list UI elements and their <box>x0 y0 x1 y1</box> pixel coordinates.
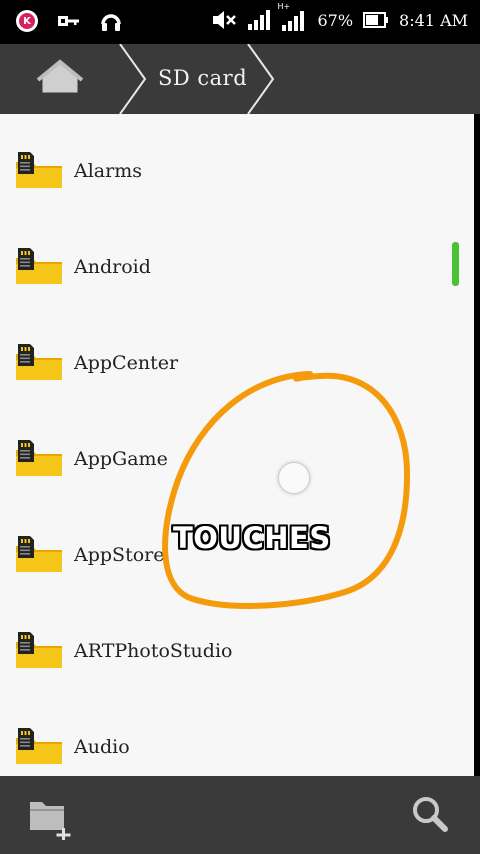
new-folder-icon <box>30 802 71 842</box>
search-button[interactable] <box>406 790 456 840</box>
status-bar: K H+ 67% 8:41 AM <box>0 0 480 44</box>
home-icon <box>36 59 84 93</box>
folder-item[interactable]: Alarms <box>0 122 476 218</box>
folder-name: ARTPhotoStudio <box>74 640 233 662</box>
folder-name: AppStore <box>74 544 165 566</box>
breadcrumb-sd-card[interactable]: SD card <box>158 66 247 90</box>
search-icon <box>413 797 448 832</box>
folder-item[interactable]: AppStore <box>0 506 476 602</box>
clock: 8:41 AM <box>399 10 468 30</box>
home-button[interactable] <box>22 44 122 114</box>
folder-name: Android <box>74 256 151 278</box>
folder-item[interactable]: AppGame <box>0 410 476 506</box>
folder-name: Alarms <box>74 160 142 182</box>
new-folder-button[interactable] <box>26 790 76 842</box>
sd-folder-icon <box>16 152 62 188</box>
k-app-letter: K <box>19 13 35 29</box>
folder-item[interactable]: AppCenter <box>0 314 476 410</box>
data-signal-icon: H+ <box>277 2 307 32</box>
sd-folder-icon <box>16 440 62 476</box>
folder-item[interactable]: ARTPhotoStudio <box>0 602 476 698</box>
sd-folder-icon <box>16 632 62 668</box>
folder-name: Audio <box>74 736 130 758</box>
network-type-label: H+ <box>277 2 291 11</box>
battery-icon <box>363 12 389 28</box>
title-bar: SD card <box>0 44 480 114</box>
sd-folder-icon <box>16 536 62 572</box>
headset-icon <box>100 10 122 32</box>
sd-folder-icon <box>16 248 62 284</box>
bottom-bar <box>0 776 480 854</box>
file-list[interactable]: Alarms Android AppCenter AppGame AppStore ART… <box>0 114 476 776</box>
sd-folder-icon <box>16 728 62 764</box>
sd-folder-icon <box>16 344 62 380</box>
mute-icon <box>211 9 237 31</box>
folder-name: AppCenter <box>74 352 179 374</box>
key-icon <box>58 14 80 28</box>
battery-percent: 67% <box>317 10 354 30</box>
folder-item[interactable]: Android <box>0 218 476 314</box>
folder-name: AppGame <box>74 448 168 470</box>
signal-icon <box>247 9 271 31</box>
k-app-icon: K <box>16 10 38 32</box>
